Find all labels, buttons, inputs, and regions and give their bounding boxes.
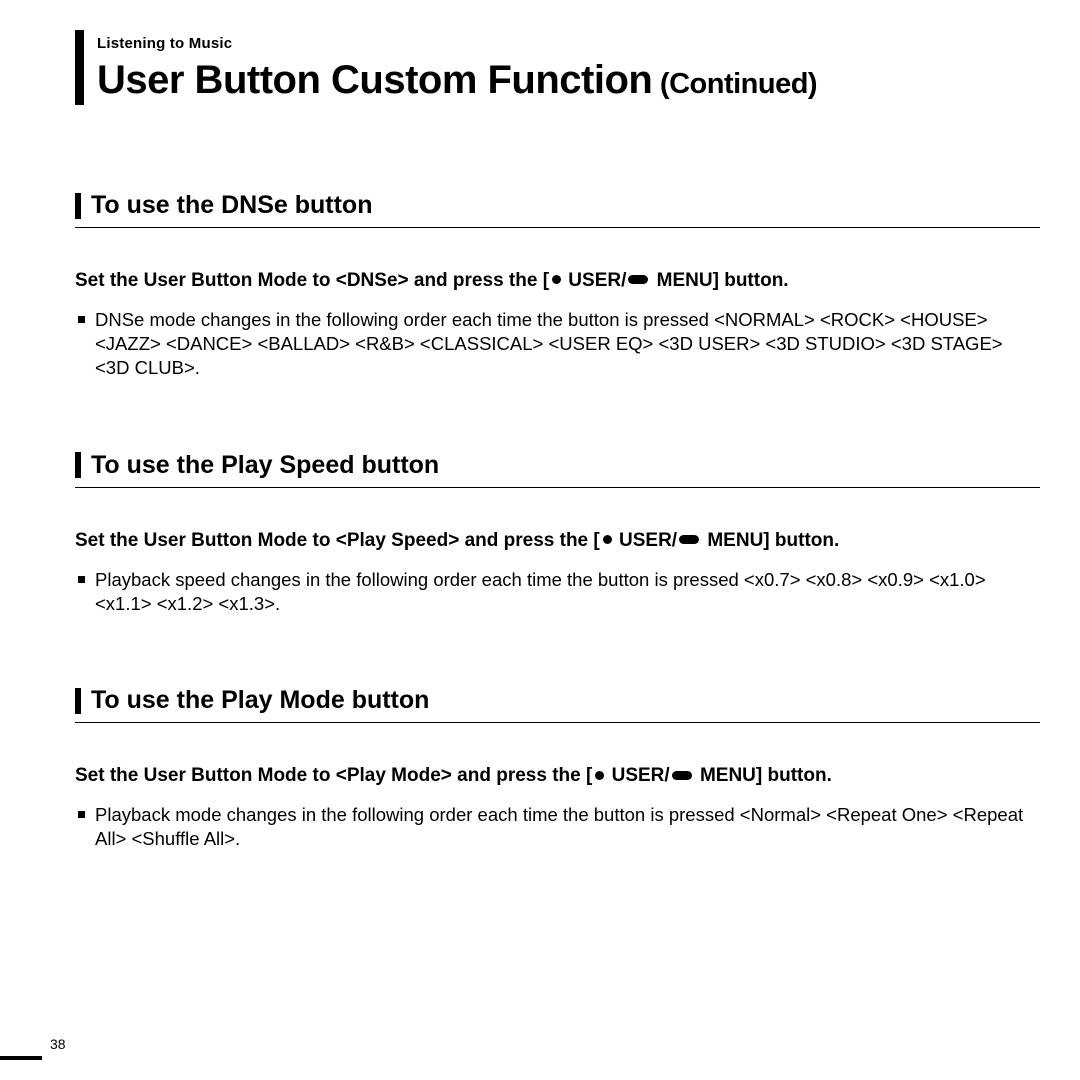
dot-icon bbox=[603, 535, 612, 544]
bullet-text: Playback mode changes in the following o… bbox=[95, 803, 1040, 852]
square-bullet-icon bbox=[78, 576, 85, 583]
section-accent-bar bbox=[75, 193, 81, 219]
instruction-mid: USER/ bbox=[614, 530, 677, 551]
instruction-pre: Set the User Button Mode to <Play Speed>… bbox=[75, 530, 600, 551]
section-header: To use the Play Speed button bbox=[75, 451, 1040, 488]
instruction-post: MENU] button. bbox=[651, 270, 788, 291]
pill-icon bbox=[628, 275, 648, 284]
instruction-text: Set the User Button Mode to <DNSe> and p… bbox=[75, 268, 1040, 294]
section-play-mode: To use the Play Mode button Set the User… bbox=[75, 686, 1040, 851]
section-header: To use the DNSe button bbox=[75, 191, 1040, 228]
section-header: To use the Play Mode button bbox=[75, 686, 1040, 723]
page-number: 38 bbox=[50, 1036, 66, 1052]
instruction-text: Set the User Button Mode to <Play Mode> … bbox=[75, 763, 1040, 789]
bullet-text: Playback speed changes in the following … bbox=[95, 568, 1040, 617]
title-main: User Button Custom Function bbox=[97, 58, 652, 102]
dot-icon bbox=[595, 771, 604, 780]
square-bullet-icon bbox=[78, 811, 85, 818]
dot-icon bbox=[552, 275, 561, 284]
square-bullet-icon bbox=[78, 316, 85, 323]
section-dnse: To use the DNSe button Set the User Butt… bbox=[75, 191, 1040, 381]
bullet-text: DNSe mode changes in the following order… bbox=[95, 308, 1040, 381]
section-title: To use the Play Mode button bbox=[91, 686, 429, 715]
section-accent-bar bbox=[75, 688, 81, 714]
instruction-mid: USER/ bbox=[563, 270, 626, 291]
pill-icon bbox=[672, 771, 692, 780]
bullet-item: DNSe mode changes in the following order… bbox=[75, 308, 1040, 381]
section-title: To use the DNSe button bbox=[91, 191, 372, 220]
instruction-post: MENU] button. bbox=[695, 765, 832, 786]
section-play-speed: To use the Play Speed button Set the Use… bbox=[75, 451, 1040, 616]
instruction-pre: Set the User Button Mode to <DNSe> and p… bbox=[75, 270, 549, 291]
pill-icon bbox=[679, 535, 699, 544]
bullet-item: Playback speed changes in the following … bbox=[75, 568, 1040, 617]
section-title: To use the Play Speed button bbox=[91, 451, 439, 480]
bullet-item: Playback mode changes in the following o… bbox=[75, 803, 1040, 852]
section-accent-bar bbox=[75, 452, 81, 478]
instruction-mid: USER/ bbox=[606, 765, 669, 786]
instruction-text: Set the User Button Mode to <Play Speed>… bbox=[75, 528, 1040, 554]
page-title: User Button Custom Function (Continued) bbox=[97, 58, 1040, 103]
instruction-pre: Set the User Button Mode to <Play Mode> … bbox=[75, 765, 592, 786]
instruction-post: MENU] button. bbox=[702, 530, 839, 551]
title-suffix: (Continued) bbox=[652, 68, 817, 100]
chapter-label: Listening to Music bbox=[97, 30, 1040, 52]
chapter-accent-bar bbox=[75, 30, 84, 105]
footer-accent-bar bbox=[0, 1056, 42, 1060]
